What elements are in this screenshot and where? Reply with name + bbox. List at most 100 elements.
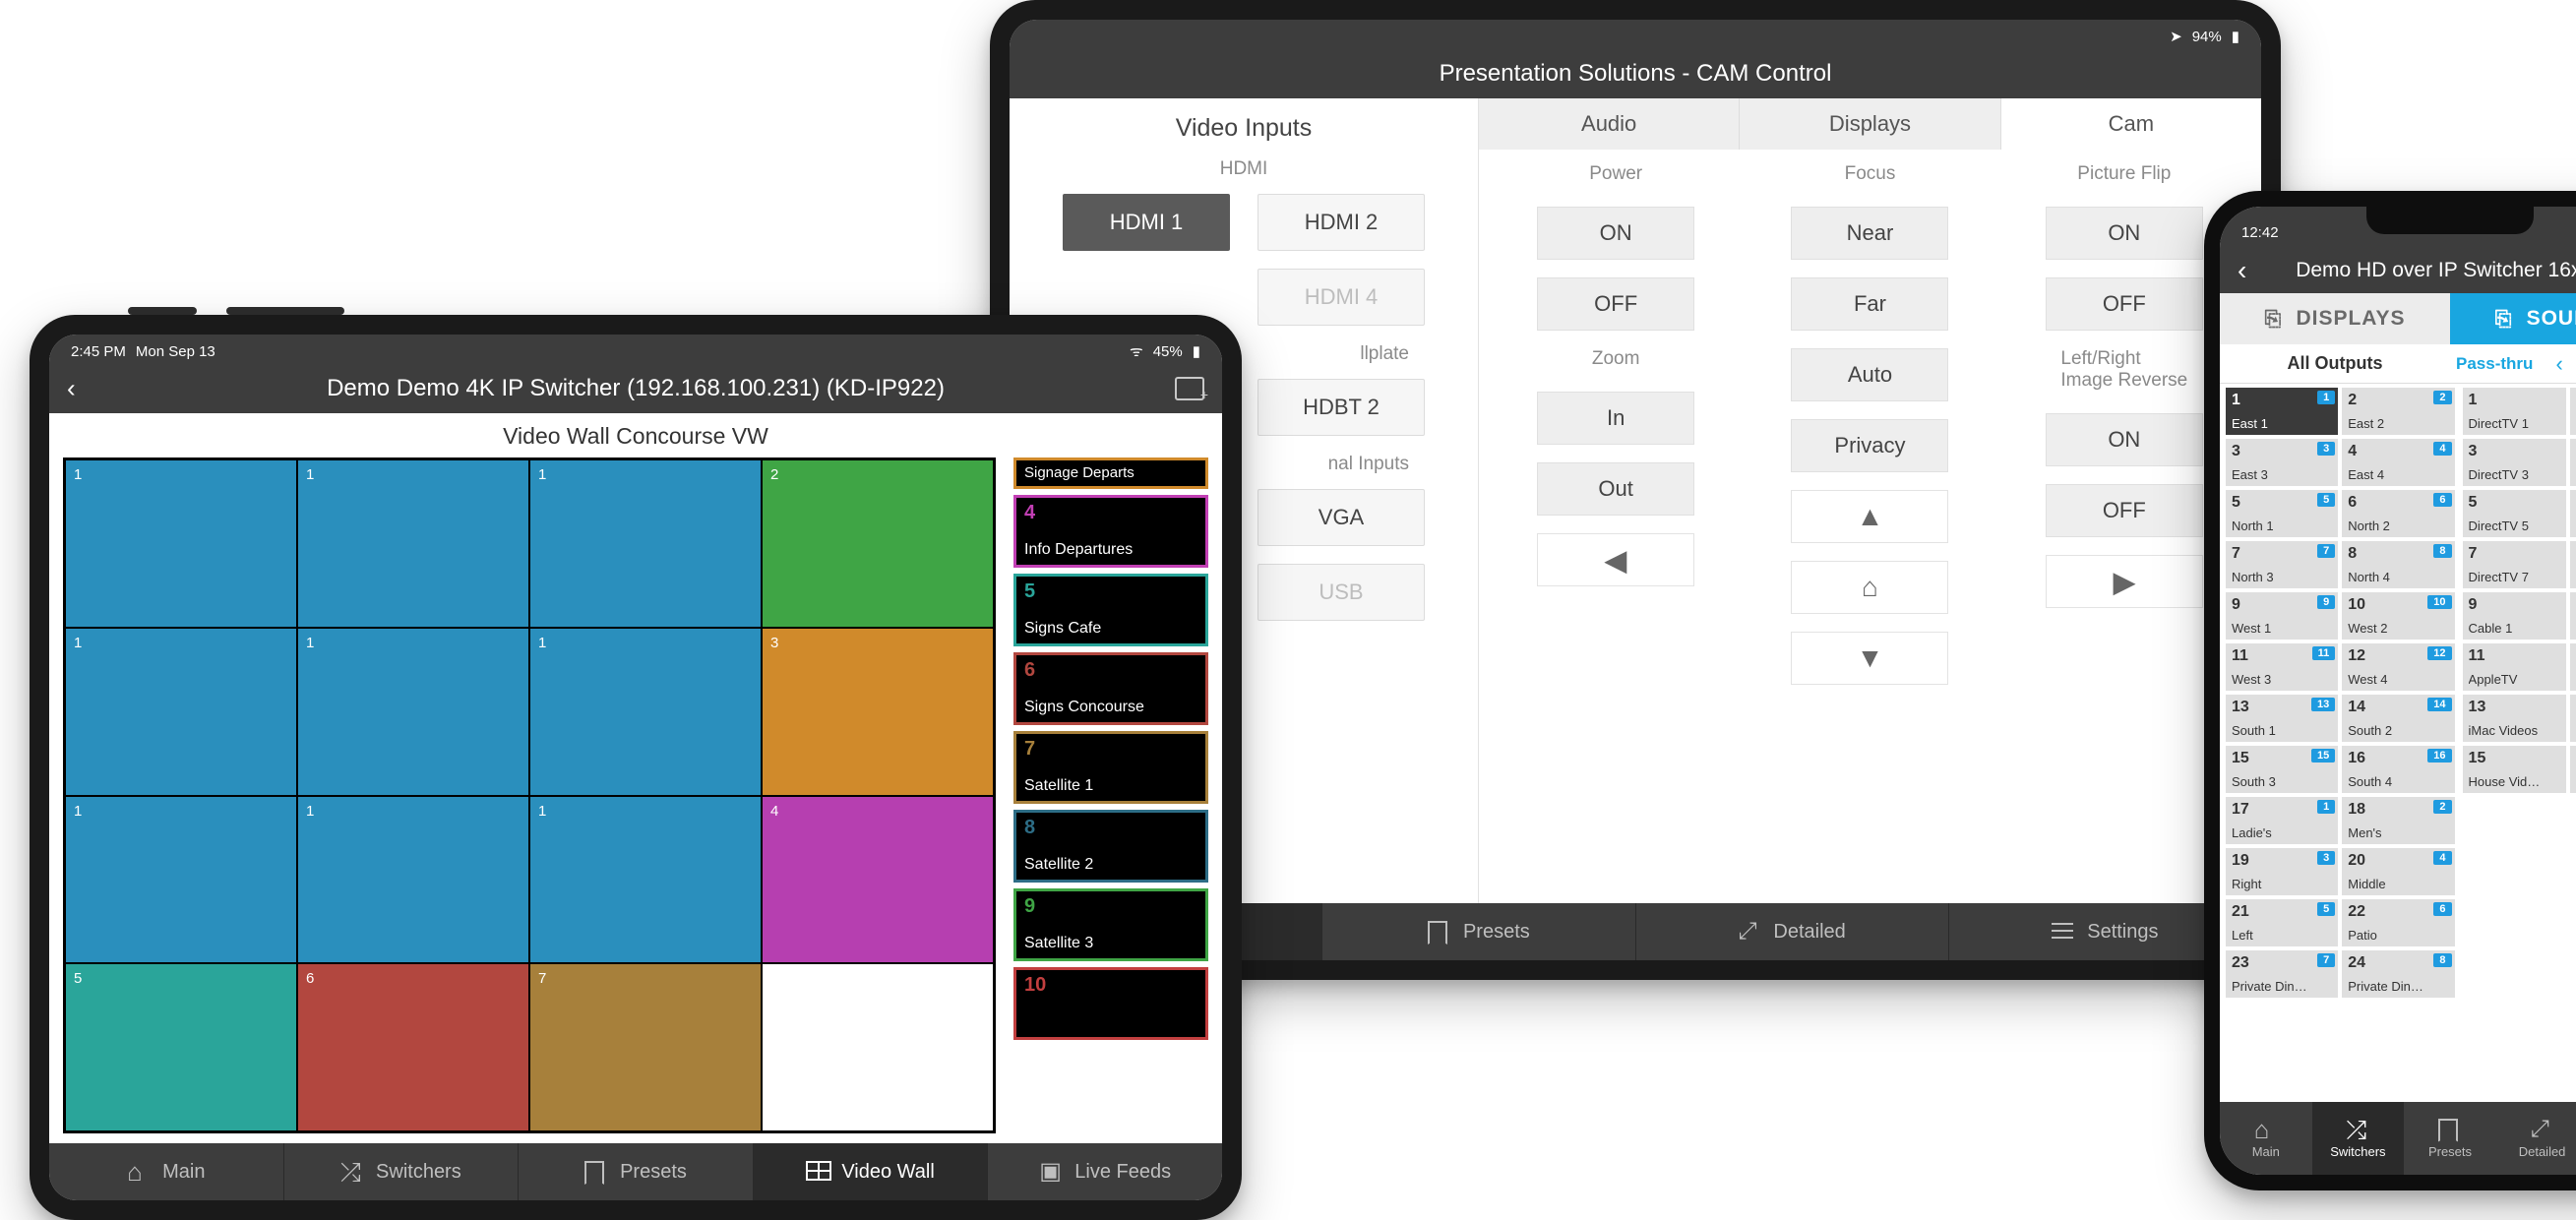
hdmi-1-button[interactable]: HDMI 1 [1063,194,1230,251]
arrow-button[interactable]: ▼ [1791,632,1948,685]
source-item[interactable]: 8Satellite 2 [1013,810,1208,883]
source-item[interactable]: 5Signs Cafe [1013,574,1208,646]
back-button[interactable] [2238,255,2246,286]
arrow-button[interactable]: ▲ [1791,490,1948,543]
source-item[interactable]: 9Satellite 3 [1013,888,1208,961]
tile-16[interactable]: 16South 416 [2342,746,2454,793]
wall-cell[interactable]: 1 [529,459,762,628]
tile-12[interactable]: 12West 412 [2342,643,2454,691]
tile-13[interactable]: 13South 113 [2226,695,2338,742]
nav-presets[interactable]: Presets [1321,903,1634,960]
seg-sources[interactable]: ⎘ SOURCES [2450,293,2576,344]
tile-4[interactable]: 4DirectTV 4 [2570,439,2576,486]
nav-main[interactable]: Main [49,1143,283,1200]
nav-presets[interactable]: Presets [518,1143,753,1200]
hdbt-2-button[interactable]: HDBT 2 [1257,379,1425,436]
nav-main[interactable]: Main [2220,1102,2312,1175]
tile-6[interactable]: 6North 26 [2342,490,2454,537]
cam-button-on[interactable]: ON [2046,413,2203,466]
tile-16[interactable]: 16Flyers [2570,746,2576,793]
wall-cell[interactable]: 7 [529,963,762,1131]
wall-cell[interactable]: 1 [65,628,297,796]
hdmi-4-button[interactable]: HDMI 4 [1257,269,1425,326]
tile-2[interactable]: 2East 22 [2342,388,2454,435]
tile-1[interactable]: 1East 11 [2226,388,2338,435]
tile-11[interactable]: 11AppleTV [2463,643,2567,691]
wall-cell[interactable]: 1 [529,628,762,796]
tab-displays[interactable]: Displays [1740,98,2000,150]
wall-cell[interactable]: 1 [297,628,529,796]
hdmi-2-button[interactable]: HDMI 2 [1257,194,1425,251]
tile-7[interactable]: 7North 37 [2226,541,2338,588]
wall-cell[interactable]: 4 [762,796,994,964]
tile-4[interactable]: 4East 44 [2342,439,2454,486]
wall-cell[interactable]: 3 [762,628,994,796]
tile-22[interactable]: 22Patio6 [2342,899,2454,946]
wall-cell[interactable]: 1 [297,459,529,628]
cam-button-near[interactable]: Near [1791,207,1948,260]
wall-cell[interactable]: 2 [762,459,994,628]
all-outputs-label[interactable]: All Outputs [2220,344,2450,383]
source-item[interactable]: 4Info Departures [1013,495,1208,568]
nav-switchers[interactable]: Switchers [283,1143,519,1200]
source-item[interactable]: 7Satellite 1 [1013,731,1208,804]
tile-24[interactable]: 24Private Din…8 [2342,950,2454,998]
tile-2[interactable]: 2DirectTV 2 [2570,388,2576,435]
tile-15[interactable]: 15House Vid… [2463,746,2567,793]
nav-live-feeds[interactable]: Live Feeds [987,1143,1222,1200]
arrow-button[interactable]: ▶ [2046,555,2203,608]
source-item[interactable]: Signage Departs [1013,458,1208,489]
tile-19[interactable]: 19Right3 [2226,848,2338,895]
tile-8[interactable]: 8North 48 [2342,541,2454,588]
cam-button-on[interactable]: ON [1537,207,1694,260]
wall-cell[interactable]: 1 [529,796,762,964]
cam-button-off[interactable]: OFF [2046,277,2203,331]
seg-displays[interactable]: ⎘ DISPLAYS [2220,293,2450,344]
back-button[interactable] [67,374,76,404]
arrow-button[interactable]: ◀ [1537,533,1694,586]
tile-17[interactable]: 17Ladie's1 [2226,797,2338,844]
cam-button-on[interactable]: ON [2046,207,2203,260]
shift-left[interactable] [2556,351,2563,377]
cam-button-far[interactable]: Far [1791,277,1948,331]
wall-cell[interactable]: 5 [65,963,297,1131]
vga-button[interactable]: VGA [1257,489,1425,546]
wall-cell[interactable]: 1 [65,459,297,628]
tile-5[interactable]: 5North 15 [2226,490,2338,537]
tile-3[interactable]: 3East 33 [2226,439,2338,486]
tile-23[interactable]: 23Private Din…7 [2226,950,2338,998]
tile-9[interactable]: 9West 19 [2226,592,2338,640]
tile-7[interactable]: 7DirectTV 7 [2463,541,2567,588]
tile-3[interactable]: 3DirectTV 3 [2463,439,2567,486]
wall-cell[interactable]: 1 [297,796,529,964]
tab-cam[interactable]: Cam [2001,98,2261,150]
nav-video-wall[interactable]: Video Wall [753,1143,988,1200]
cam-button-privacy[interactable]: Privacy [1791,419,1948,472]
tile-18[interactable]: 18Men's2 [2342,797,2454,844]
tile-10[interactable]: 10West 210 [2342,592,2454,640]
pass-thru-button[interactable]: Pass-thru [2456,354,2533,374]
tile-10[interactable]: 10Cable 2 [2570,592,2576,640]
tile-21[interactable]: 21Left5 [2226,899,2338,946]
tile-9[interactable]: 9Cable 1 [2463,592,2567,640]
wall-cell[interactable] [762,963,994,1131]
nav-presets[interactable]: Presets [2404,1102,2496,1175]
tile-15[interactable]: 15South 315 [2226,746,2338,793]
source-item[interactable]: 10 [1013,967,1208,1040]
usb-button[interactable]: USB [1257,564,1425,621]
tile-20[interactable]: 20Middle4 [2342,848,2454,895]
wall-cell[interactable]: 1 [65,796,297,964]
tab-audio[interactable]: Audio [1479,98,1740,150]
tile-12[interactable]: 12ChromeCast [2570,643,2576,691]
home-button[interactable]: ⌂ [1791,561,1948,614]
tile-5[interactable]: 5DirectTV 5 [2463,490,2567,537]
tile-14[interactable]: 14South 214 [2342,695,2454,742]
nav-switchers[interactable]: Switchers [2312,1102,2405,1175]
cam-button-auto[interactable]: Auto [1791,348,1948,401]
cam-button-off[interactable]: OFF [2046,484,2203,537]
tile-1[interactable]: 1DirectTV 1 [2463,388,2567,435]
tile-13[interactable]: 13iMac Videos [2463,695,2567,742]
tile-8[interactable]: 8DirectTV 8 [2570,541,2576,588]
nav-detailed[interactable]: Detailed [1635,903,1948,960]
cam-button-in[interactable]: In [1537,392,1694,445]
